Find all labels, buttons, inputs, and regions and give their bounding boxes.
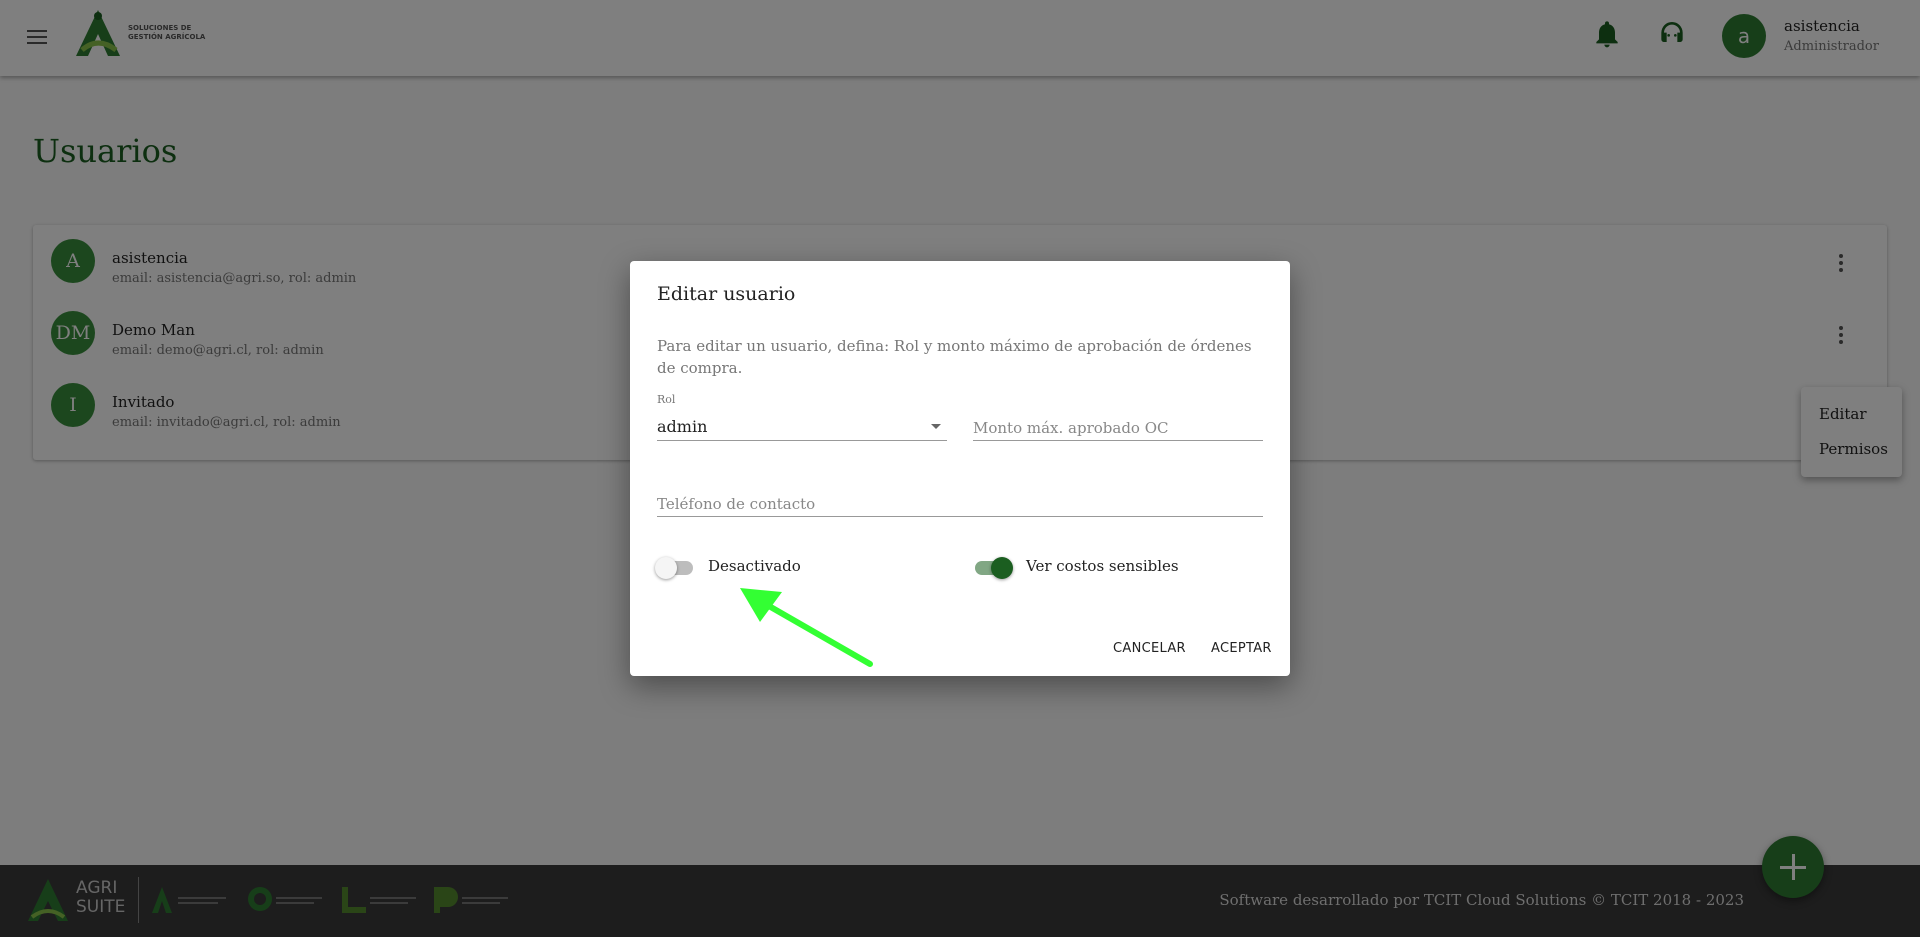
accept-button[interactable]: ACEPTAR (1211, 641, 1272, 656)
phone-input[interactable]: Teléfono de contacto (657, 487, 1263, 517)
annotation-arrow-icon (740, 588, 873, 667)
phone-placeholder: Teléfono de contacto (657, 495, 816, 513)
active-toggle[interactable] (655, 556, 695, 579)
role-value: admin (657, 417, 708, 436)
sensitive-costs-label: Ver costos sensibles (1026, 557, 1179, 575)
max-amount-input[interactable]: Monto máx. aprobado OC (973, 411, 1263, 441)
max-amount-placeholder: Monto máx. aprobado OC (973, 419, 1169, 437)
dialog-description: Para editar un usuario, defina: Rol y mo… (657, 337, 1252, 377)
active-toggle-label: Desactivado (708, 557, 801, 575)
edit-user-dialog: Editar usuario Para editar un usuario, d… (630, 261, 1290, 676)
cancel-button[interactable]: CANCELAR (1113, 641, 1186, 656)
toggle-thumb (655, 557, 677, 579)
toggle-thumb (991, 557, 1013, 579)
dialog-title: Editar usuario (657, 283, 796, 305)
role-select[interactable]: admin (657, 411, 947, 441)
role-label: Rol (657, 393, 676, 406)
chevron-down-icon (931, 424, 941, 429)
sensitive-costs-toggle[interactable] (973, 556, 1013, 579)
